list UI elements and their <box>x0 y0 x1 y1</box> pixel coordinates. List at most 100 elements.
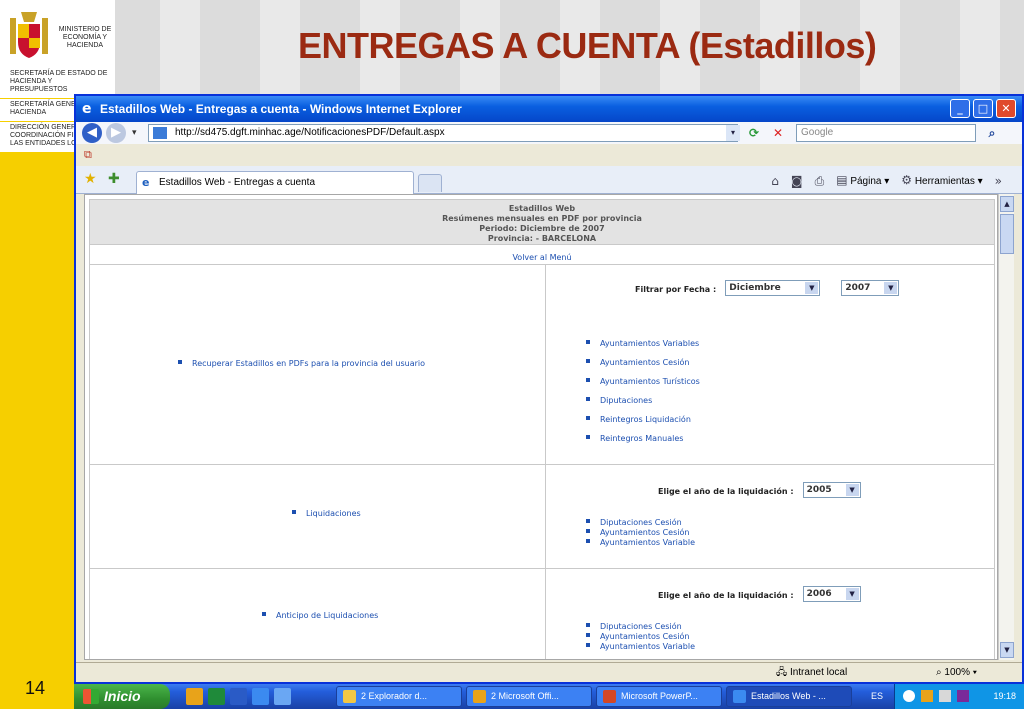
ie-page-icon: e <box>142 176 150 189</box>
address-bar: ◀ ▶ ▾ http://sd475.dgft.minhac.age/Notif… <box>76 122 1022 144</box>
bullet-icon <box>586 339 590 344</box>
section1-link[interactable]: Reintegros Manuales <box>600 434 683 443</box>
column-divider <box>545 265 546 464</box>
taskbar-estadillos[interactable]: Estadillos Web - ... <box>726 686 852 707</box>
clock: 19:18 <box>993 691 1016 701</box>
quicklaunch-excel-icon[interactable] <box>208 688 225 705</box>
tools-menu-label: Herramientas <box>914 176 975 187</box>
section1-link[interactable]: Ayuntamientos Variables <box>600 339 699 348</box>
section1-link[interactable]: Ayuntamientos Cesión <box>600 358 689 367</box>
zone-label: Intranet local <box>789 667 848 678</box>
page-subtitle: Resúmenes mensuales en PDF por provincia <box>442 214 642 223</box>
filter-label: Filtrar por Fecha : <box>635 285 717 294</box>
recuperar-link[interactable]: Recuperar Estadillos en PDFs para la pro… <box>192 359 425 368</box>
taskbar-office[interactable]: 2 Microsoft Offi... <box>466 686 592 707</box>
tools-menu[interactable]: ⚙ Herramientas ▾ <box>901 172 982 190</box>
language-indicator[interactable]: ES <box>871 684 883 709</box>
task-label: Estadillos Web - ... <box>751 691 826 701</box>
task-label: Microsoft PowerP... <box>621 691 698 701</box>
bullet-icon <box>178 359 182 364</box>
favorites-star-icon[interactable]: ★ <box>84 171 97 187</box>
tray-app-icon[interactable] <box>921 690 933 702</box>
refresh-icon[interactable]: ⟳ <box>744 125 764 141</box>
section1-link[interactable]: Ayuntamientos Turísticos <box>600 377 700 386</box>
year-label: Elige el año de la liquidación : <box>658 591 794 600</box>
month-value: Diciembre <box>729 282 781 293</box>
quicklaunch-outlook-icon[interactable] <box>186 688 203 705</box>
ie-icon <box>733 690 746 703</box>
scroll-thumb[interactable] <box>1000 214 1014 254</box>
list-item: Reintegros Manuales <box>586 426 700 445</box>
close-button[interactable]: ✕ <box>996 99 1016 118</box>
print-icon[interactable]: ⎙ <box>815 173 825 189</box>
provincia-text: Provincia: - BARCELONA <box>487 234 597 243</box>
page-menu-label: Página <box>850 176 882 187</box>
ministry-header: MINISTERIO DE ECONOMÍA Y HACIENDA <box>0 0 115 68</box>
volver-link[interactable]: Volver al Menú <box>512 253 571 262</box>
year-value: 2006 <box>806 588 832 599</box>
home-icon[interactable]: ⌂ <box>771 173 779 189</box>
start-button[interactable]: Inicio <box>74 684 170 709</box>
year-select[interactable]: 2007 ▼ <box>841 279 900 296</box>
section3-link[interactable]: Ayuntamientos Variable <box>600 642 695 651</box>
window-titlebar[interactable]: e Estadillos Web - Entregas a cuenta - W… <box>76 96 1022 122</box>
left-link-item: Liquidaciones <box>292 501 361 520</box>
history-dropdown-icon[interactable]: ▾ <box>132 126 137 140</box>
feeds-icon[interactable]: ◙ <box>791 173 803 189</box>
ie-logo-icon: e <box>82 101 92 117</box>
search-input[interactable]: Google <box>796 124 976 142</box>
tray-app-icon[interactable] <box>957 690 969 702</box>
tray-expand-icon[interactable] <box>903 690 915 702</box>
section-liquidaciones: Liquidaciones Elige el año de la liquida… <box>89 465 995 569</box>
back-button[interactable]: ◀ <box>82 123 102 143</box>
year-row: Elige el año de la liquidación : 2005 ▼ <box>658 479 861 500</box>
anticipo-link[interactable]: Anticipo de Liquidaciones <box>276 611 378 620</box>
periodo-text: Periodo: Diciembre de 2007 <box>479 224 605 233</box>
bullet-icon <box>586 396 590 401</box>
liquidaciones-link[interactable]: Liquidaciones <box>306 509 361 518</box>
zoom-control[interactable]: ⌕ 100% ▾ <box>936 664 977 682</box>
section1-link[interactable]: Reintegros Liquidación <box>600 415 691 424</box>
page-menu[interactable]: ▤ Página ▾ <box>836 172 889 190</box>
vertical-scrollbar[interactable]: ▲ ▼ <box>998 194 1014 660</box>
url-input[interactable]: http://sd475.dgft.minhac.age/Notificacio… <box>148 124 738 142</box>
list-item: Reintegros Liquidación <box>586 407 700 426</box>
forward-button[interactable]: ▶ <box>106 123 126 143</box>
search-placeholder: Google <box>801 127 834 138</box>
quicklaunch-ie-icon[interactable] <box>252 688 269 705</box>
ie-window: e Estadillos Web - Entregas a cuenta - W… <box>74 94 1024 684</box>
section2-links: Diputaciones Cesión Ayuntamientos Cesión… <box>586 510 695 547</box>
page-icon: ▤ <box>836 173 848 187</box>
tray-app-icon[interactable] <box>939 690 951 702</box>
section3-links: Diputaciones Cesión Ayuntamientos Cesión… <box>586 614 695 651</box>
app-name: Estadillos Web <box>508 204 576 213</box>
search-icon[interactable]: ⌕ <box>982 125 1002 141</box>
new-tab-button[interactable] <box>418 174 442 192</box>
page-header: Estadillos Web Resúmenes mensuales en PD… <box>89 199 995 245</box>
taskbar-explorer[interactable]: 2 Explorador d... <box>336 686 462 707</box>
chevron-down-icon: ▼ <box>845 587 859 600</box>
scroll-up-icon[interactable]: ▲ <box>1000 196 1014 212</box>
stop-icon[interactable]: ✕ <box>768 125 788 141</box>
quicklaunch-word-icon[interactable] <box>230 688 247 705</box>
tab-estadillos[interactable]: e Estadillos Web - Entregas a cuenta <box>136 171 414 194</box>
more-chevron-icon[interactable]: » <box>995 173 1002 189</box>
month-select[interactable]: Diciembre ▼ <box>725 279 821 296</box>
minimize-button[interactable]: _ <box>950 99 970 118</box>
url-dropdown-button[interactable]: ▾ <box>726 125 740 141</box>
quicklaunch-desktop-icon[interactable] <box>274 688 291 705</box>
section2-link[interactable]: Ayuntamientos Variable <box>600 538 695 547</box>
section-estadillos: Recuperar Estadillos en PDFs para la pro… <box>89 265 995 465</box>
taskbar-powerpoint[interactable]: Microsoft PowerP... <box>596 686 722 707</box>
year-select[interactable]: 2006 ▼ <box>802 585 861 602</box>
year-select[interactable]: 2005 ▼ <box>802 481 861 498</box>
column-divider <box>545 465 546 568</box>
maximize-button[interactable]: □ <box>973 99 993 118</box>
chevron-down-icon: ▼ <box>884 281 898 294</box>
scroll-down-icon[interactable]: ▼ <box>1000 642 1014 658</box>
year-label: Elige el año de la liquidación : <box>658 487 794 496</box>
add-favorites-icon[interactable]: ✚ <box>108 171 120 187</box>
translate-icon[interactable]: ⧉ <box>84 147 100 163</box>
volver-row: Volver al Menú <box>89 245 995 265</box>
section1-link[interactable]: Diputaciones <box>600 396 652 405</box>
